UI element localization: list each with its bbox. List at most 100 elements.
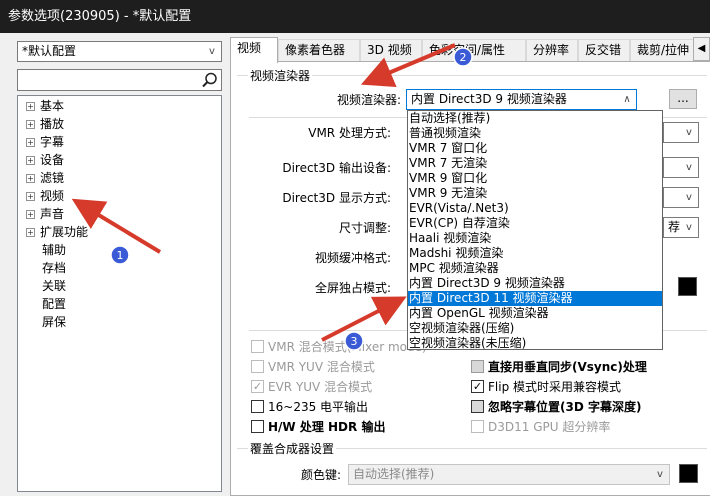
d3d-device-label: Direct3D 输出设备: bbox=[282, 161, 391, 175]
renderer-dropdown-list: 自动选择(推荐) 普通视频渲染 VMR 7 窗口化 VMR 7 无渲染 VMR … bbox=[407, 110, 663, 350]
renderer-option[interactable]: 普通视频渲染 bbox=[408, 126, 662, 141]
video-renderer-group-title: 视频渲染器 bbox=[248, 67, 313, 84]
tab-scroll-left-icon[interactable]: ◀ bbox=[693, 37, 710, 61]
tree-item-extensions[interactable]: + 扩展功能 bbox=[26, 223, 88, 241]
renderer-option[interactable]: EVR(CP) 自荐渲染 bbox=[408, 216, 662, 231]
level-16-235-checkbox[interactable]: 16~235 电平输出 bbox=[251, 398, 368, 416]
expand-icon[interactable]: + bbox=[26, 102, 35, 111]
tab-3d-video[interactable]: 3D 视频 bbox=[360, 39, 422, 61]
renderer-option[interactable]: 自动选择(推荐) bbox=[408, 111, 662, 126]
flip-compat-checkbox[interactable]: ✓ Flip 模式时采用兼容模式 bbox=[471, 378, 621, 396]
tree-item-filters[interactable]: + 滤镜 bbox=[26, 169, 64, 187]
tab-deinterlace[interactable]: 反交错 bbox=[578, 39, 630, 61]
checkmark-icon[interactable]: ✓ bbox=[251, 380, 264, 393]
tree-item-basic[interactable]: + 基本 bbox=[26, 97, 64, 115]
color-key-combo[interactable]: 自动选择(推荐) v bbox=[348, 464, 670, 485]
color-key-label: 颜色键: bbox=[300, 468, 341, 482]
renderer-combo-value: 内置 Direct3D 9 视频渲染器 bbox=[411, 92, 567, 106]
checkbox-box[interactable] bbox=[251, 340, 264, 353]
renderer-settings-button[interactable]: ... bbox=[669, 89, 697, 109]
d3d-present-combo[interactable]: v bbox=[663, 187, 699, 208]
chevron-down-icon: v bbox=[657, 469, 663, 480]
chevron-down-icon: v bbox=[686, 162, 692, 173]
d3d-device-combo[interactable]: v bbox=[663, 157, 699, 178]
chevron-up-icon: ∧ bbox=[623, 94, 631, 105]
renderer-option[interactable]: EVR(Vista/.Net3) bbox=[408, 201, 662, 216]
checkbox-box[interactable] bbox=[471, 360, 484, 373]
renderer-label: 视频渲染器: bbox=[336, 93, 401, 107]
tree-item-devices[interactable]: + 设备 bbox=[26, 151, 64, 169]
fullscreen-exclusive-label: 全屏独占模式: bbox=[314, 281, 391, 295]
search-field[interactable] bbox=[17, 69, 222, 91]
tab-pixel-shaders[interactable]: 像素着色器 bbox=[278, 39, 360, 61]
d3d-present-label: Direct3D 显示方式: bbox=[282, 191, 391, 205]
settings-tree: + 基本 + 播放 + 字幕 + 设备 + 滤镜 + 视频 + 声音 + 扩展功能 辅助 存档 … bbox=[17, 95, 222, 492]
expand-icon[interactable]: + bbox=[26, 138, 35, 147]
tree-item-playback[interactable]: + 播放 bbox=[26, 115, 64, 133]
renderer-option[interactable]: 内置 Direct3D 9 视频渲染器 bbox=[408, 276, 662, 291]
tree-item-video[interactable]: + 视频 bbox=[26, 187, 64, 205]
tree-item-assist[interactable]: 辅助 bbox=[42, 241, 66, 259]
vmr-mode-label: VMR 处理方式: bbox=[308, 126, 391, 140]
profile-combo-value: *默认配置 bbox=[22, 44, 77, 58]
renderer-option[interactable]: VMR 9 窗口化 bbox=[408, 171, 662, 186]
expand-icon[interactable]: + bbox=[26, 156, 35, 165]
vmr-yuv-mixer-checkbox[interactable]: VMR YUV 混合模式 bbox=[251, 358, 375, 376]
chevron-down-icon: v bbox=[686, 222, 692, 233]
window-title: 参数选项(230905) - *默认配置 bbox=[8, 9, 192, 24]
expand-icon[interactable]: + bbox=[26, 174, 35, 183]
checkbox-box[interactable] bbox=[251, 360, 264, 373]
tree-item-screensaver[interactable]: 屏保 bbox=[42, 313, 66, 331]
title-bar: 参数选项(230905) - *默认配置 bbox=[0, 0, 710, 33]
chevron-down-icon: v bbox=[209, 46, 215, 57]
checkbox-box[interactable] bbox=[471, 420, 484, 433]
search-input[interactable] bbox=[18, 70, 198, 90]
renderer-option[interactable]: 内置 OpenGL 视频渲染器 bbox=[408, 306, 662, 321]
hw-hdr-output-checkbox[interactable]: H/W 处理 HDR 输出 bbox=[251, 418, 385, 436]
tree-item-archive[interactable]: 存档 bbox=[42, 259, 66, 277]
checkbox-box[interactable] bbox=[471, 400, 484, 413]
color-key-swatch[interactable] bbox=[679, 464, 698, 483]
renderer-option[interactable]: VMR 9 无渲染 bbox=[408, 186, 662, 201]
expand-icon[interactable]: + bbox=[26, 120, 35, 129]
renderer-option[interactable]: 空视频渲染器(压缩) bbox=[408, 321, 662, 336]
checkmark-icon[interactable]: ✓ bbox=[471, 380, 484, 393]
vsync-checkbox[interactable]: 直接用垂直同步(Vsync)处理 bbox=[471, 358, 647, 376]
renderer-option[interactable]: 空视频渲染器(未压缩) bbox=[408, 336, 662, 351]
renderer-option[interactable]: Haali 视频渲染 bbox=[408, 231, 662, 246]
checkbox-box[interactable] bbox=[251, 400, 264, 413]
expand-icon[interactable]: + bbox=[26, 192, 35, 201]
d3d11-super-resolution-checkbox[interactable]: D3D11 GPU 超分辨率 bbox=[471, 418, 610, 436]
renderer-option-selected[interactable]: 内置 Direct3D 11 视频渲染器 bbox=[408, 291, 662, 306]
resize-combo[interactable]: 荐v bbox=[663, 217, 699, 238]
renderer-option[interactable]: VMR 7 无渲染 bbox=[408, 156, 662, 171]
renderer-option[interactable]: VMR 7 窗口化 bbox=[408, 141, 662, 156]
tree-item-audio[interactable]: + 声音 bbox=[26, 205, 64, 223]
tab-strip: 视频 像素着色器 3D 视频 色彩空间/属性 分辨率 反交错 裁剪/拉伸 ◀ bbox=[230, 37, 710, 63]
expand-icon[interactable]: + bbox=[26, 210, 35, 219]
tab-resolution[interactable]: 分辨率 bbox=[526, 39, 578, 61]
checkbox-box[interactable] bbox=[251, 420, 264, 433]
tab-crop-stretch[interactable]: 裁剪/拉伸 bbox=[630, 39, 696, 61]
renderer-option[interactable]: Madshi 视频渲染 bbox=[408, 246, 662, 261]
vmr-mixer-mode-checkbox[interactable]: VMR 混合模式(Mixer mode) bbox=[251, 338, 427, 356]
resize-combo-value: 荐 bbox=[668, 220, 681, 234]
renderer-option[interactable]: MPC 视频渲染器 bbox=[408, 261, 662, 276]
tree-item-config[interactable]: 配置 bbox=[42, 295, 66, 313]
chevron-down-icon: v bbox=[686, 192, 692, 203]
tab-color-space[interactable]: 色彩空间/属性 bbox=[422, 39, 526, 61]
tab-video[interactable]: 视频 bbox=[230, 37, 278, 63]
tree-item-subtitles[interactable]: + 字幕 bbox=[26, 133, 64, 151]
search-icon[interactable] bbox=[201, 71, 219, 89]
fullscreen-color-swatch[interactable] bbox=[678, 277, 697, 296]
color-key-value: 自动选择(推荐) bbox=[353, 467, 435, 481]
tree-item-associations[interactable]: 关联 bbox=[42, 277, 66, 295]
chevron-down-icon: v bbox=[686, 127, 692, 138]
vmr-mode-combo[interactable]: v bbox=[663, 122, 699, 143]
buffer-format-label: 视频缓冲格式: bbox=[314, 251, 391, 265]
profile-combo[interactable]: *默认配置 v bbox=[17, 41, 222, 62]
expand-icon[interactable]: + bbox=[26, 228, 35, 237]
ignore-subtitle-position-checkbox[interactable]: 忽略字幕位置(3D 字幕深度) bbox=[471, 398, 641, 416]
renderer-combo[interactable]: 内置 Direct3D 9 视频渲染器 ∧ bbox=[406, 89, 637, 110]
evr-yuv-mixer-checkbox[interactable]: ✓ EVR YUV 混合模式 bbox=[251, 378, 372, 396]
